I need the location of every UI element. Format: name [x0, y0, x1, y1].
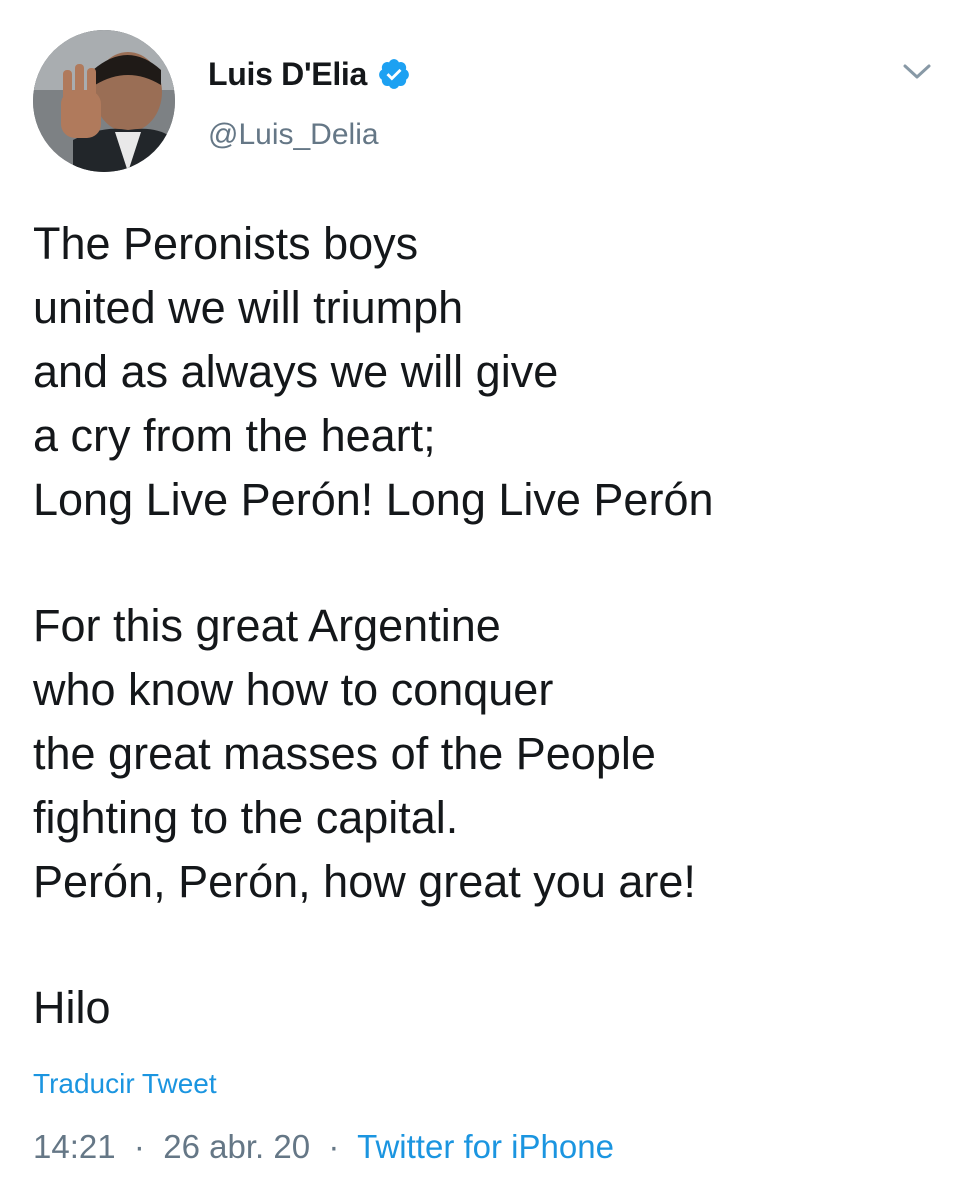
tweet-meta: 14:21 · 26 abr. 20 · Twitter for iPhone — [33, 1128, 614, 1166]
tweet-line: a cry from the heart; — [33, 410, 436, 461]
tweet-line: Perón, Perón, how great you are! — [33, 856, 696, 907]
tweet-line: the great masses of the People — [33, 728, 656, 779]
avatar-photo — [33, 30, 175, 172]
tweet-line: who know how to conquer — [33, 664, 554, 715]
tweet-date[interactable]: 26 abr. 20 — [163, 1128, 310, 1165]
author-handle[interactable]: @Luis_Delia — [208, 118, 379, 152]
author-display-name[interactable]: Luis D'Elia — [208, 56, 367, 93]
tweet-time[interactable]: 14:21 — [33, 1128, 116, 1165]
tweet-card: Luis D'Elia @Luis_Delia The Peronists bo… — [0, 0, 961, 1200]
tweet-line: and as always we will give — [33, 346, 559, 397]
tweet-line: The Peronists boys — [33, 218, 419, 269]
tweet-line: Hilo — [33, 982, 111, 1033]
tweet-source-link[interactable]: Twitter for iPhone — [357, 1128, 614, 1165]
author-name-row[interactable]: Luis D'Elia — [208, 52, 411, 96]
tweet-line: Long Live Perón! Long Live Perón — [33, 474, 714, 525]
meta-separator: · — [319, 1128, 349, 1165]
verified-badge-icon — [377, 57, 411, 91]
tweet-line: For this great Argentine — [33, 600, 501, 651]
avatar[interactable] — [33, 30, 175, 172]
translate-tweet-link[interactable]: Traducir Tweet — [33, 1068, 217, 1100]
tweet-text: The Peronists boys united we will triump… — [33, 212, 933, 1040]
meta-separator: · — [124, 1128, 155, 1165]
tweet-line: fighting to the capital. — [33, 792, 459, 843]
tweet-line: united we will triumph — [33, 282, 464, 333]
chevron-down-icon[interactable] — [898, 56, 936, 86]
